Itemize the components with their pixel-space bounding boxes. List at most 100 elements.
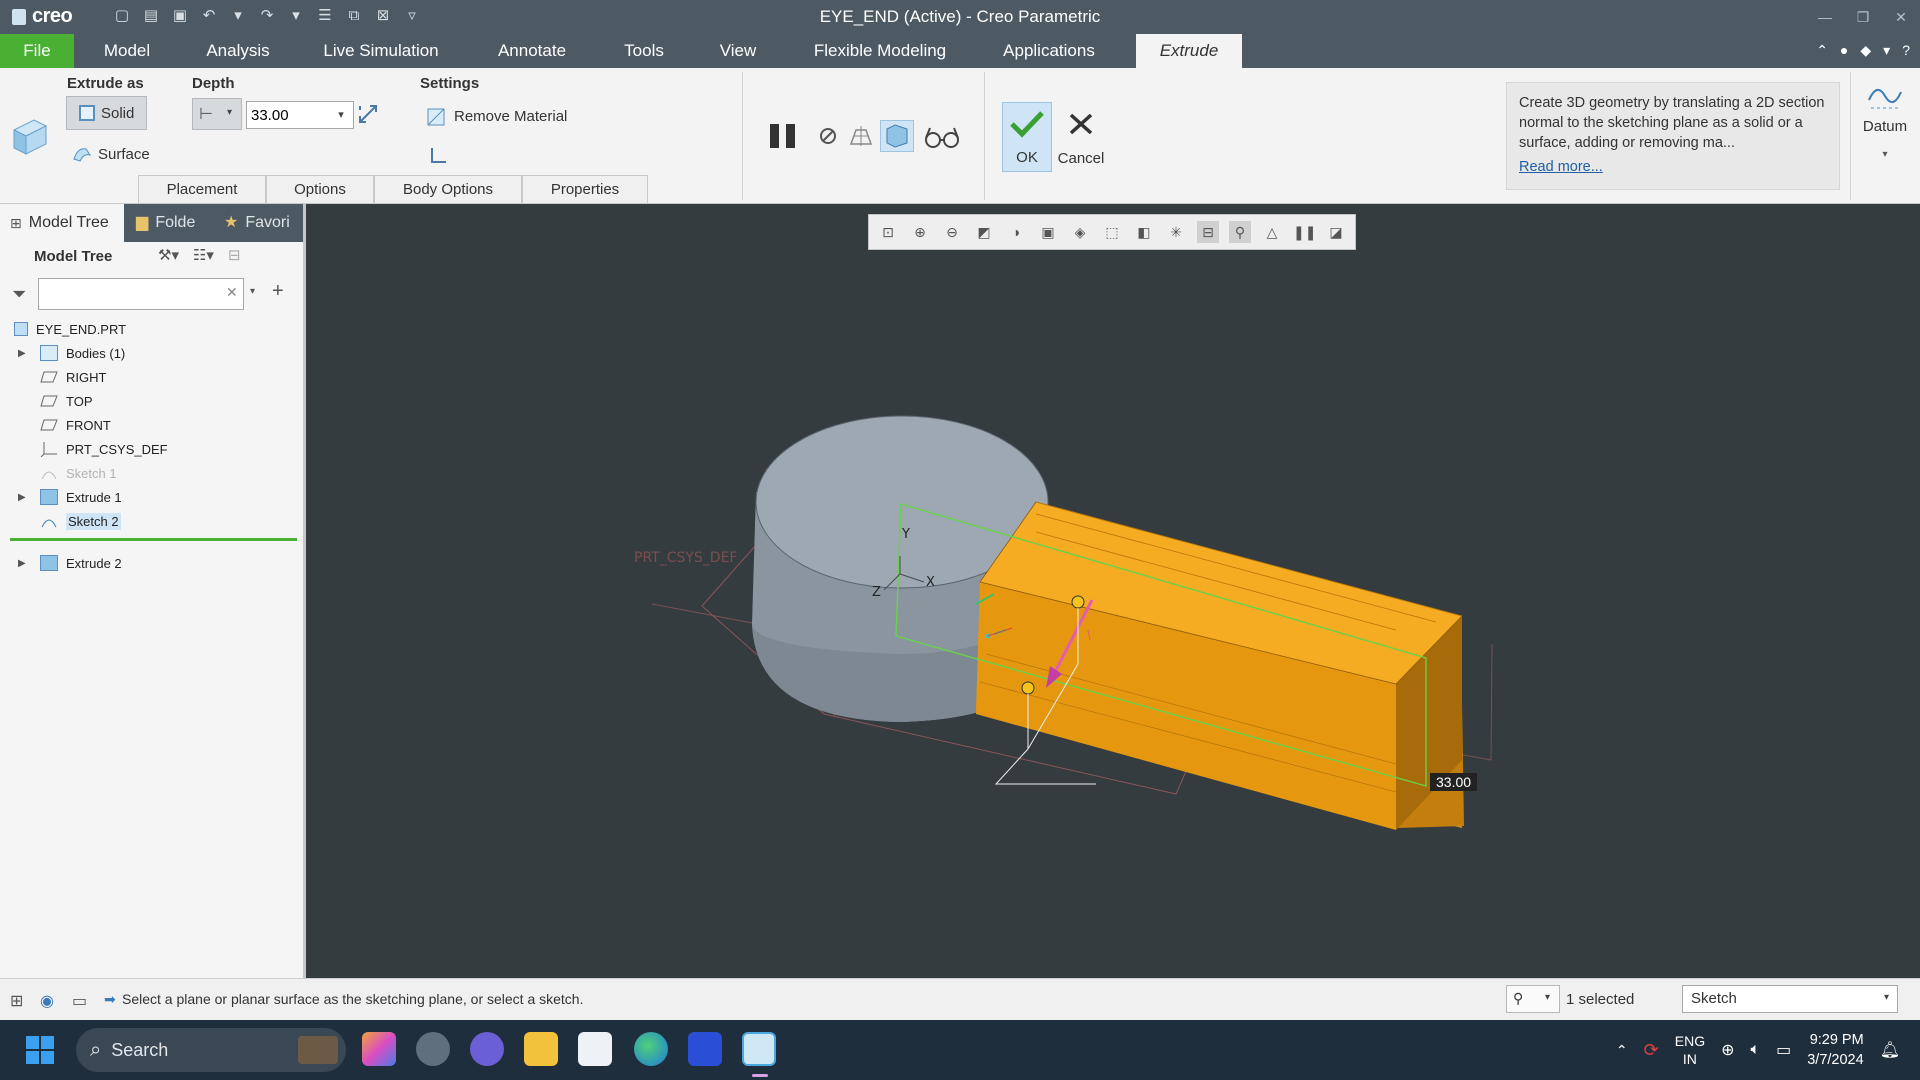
depth-value-dropdown-icon[interactable]: ▾ (330, 102, 352, 128)
clock[interactable]: 9:29 PM 3/7/2024 (1807, 1030, 1863, 1070)
ok-button[interactable]: OK (1002, 102, 1052, 172)
tree-item-sketch2[interactable]: Sketch 2 (0, 510, 121, 532)
dropdown-icon[interactable]: ▾ (1883, 42, 1890, 59)
tab-live-simulation[interactable]: Live Simulation (306, 34, 456, 68)
solid-button[interactable]: Solid (66, 96, 148, 130)
sync-status-icon[interactable]: ⟳ (1644, 1040, 1659, 1061)
tree-item-front-plane[interactable]: FRONT (0, 414, 111, 436)
network-icon[interactable]: ⊕ (1721, 1040, 1734, 1060)
expand-icon[interactable]: ▶ (18, 558, 32, 569)
tab-tools[interactable]: Tools (600, 34, 688, 68)
tab-properties[interactable]: Properties (522, 175, 648, 203)
full-screen-icon[interactable]: ▭ (72, 991, 87, 1011)
tab-options[interactable]: Options (266, 175, 374, 203)
tab-favorites[interactable]: ★ Favori (214, 204, 303, 242)
restore-icon[interactable]: ❐ (1844, 0, 1882, 34)
add-filter-icon[interactable]: + (272, 280, 284, 303)
tab-annotate[interactable]: Annotate (480, 34, 584, 68)
creo-taskbar-icon[interactable] (742, 1032, 776, 1066)
verify-preview-button[interactable] (880, 120, 914, 152)
tree-columns-icon[interactable]: ☷▾ (193, 246, 214, 264)
minimize-icon[interactable]: — (1806, 0, 1844, 34)
user-icon[interactable]: ● (1840, 42, 1848, 59)
attached-preview-icon[interactable] (848, 124, 874, 148)
model-tree-icon: ⊞ (10, 215, 22, 231)
cancel-button[interactable]: Cancel (1056, 102, 1106, 172)
tab-analysis[interactable]: Analysis (180, 34, 296, 68)
tab-extrude[interactable]: Extrude (1136, 34, 1242, 68)
datum-plane-icon (40, 369, 58, 385)
model-geometry[interactable]: PRT_CSYS_DEF Y Z X (306, 204, 1920, 978)
expand-icon[interactable]: ▶ (18, 348, 32, 359)
no-preview-icon[interactable] (818, 126, 838, 146)
clear-search-icon[interactable]: ✕ (226, 284, 238, 301)
teams-chat-icon[interactable] (470, 1032, 504, 1066)
taskbar-search[interactable]: ⌕ Search (76, 1028, 346, 1072)
depth-type-selector[interactable]: ⊢ ▾ (192, 98, 242, 130)
minimize-ribbon-icon[interactable]: ⌃ (1816, 42, 1828, 59)
tab-model[interactable]: Model (74, 34, 180, 68)
edge-browser-icon[interactable] (634, 1032, 668, 1066)
file-explorer-icon[interactable] (524, 1032, 558, 1066)
remove-material-button[interactable]: Remove Material (426, 104, 567, 128)
tree-item-sketch1[interactable]: Sketch 1 (0, 462, 117, 484)
extrude-ribbon: Extrude as Solid Surface Depth ⊢ ▾ ▾ Set… (0, 68, 1920, 204)
tab-model-tree[interactable]: ⊞ Model Tree (0, 204, 124, 242)
selection-filter-tool[interactable]: ⚲ ▾ (1506, 985, 1560, 1013)
windows-start-icon[interactable] (26, 1036, 54, 1064)
tab-file[interactable]: File (0, 34, 74, 68)
volume-icon[interactable]: 🔈︎ (1751, 1041, 1761, 1059)
read-more-link[interactable]: Read more... (1519, 157, 1827, 177)
thicken-sketch-icon[interactable] (428, 144, 450, 166)
depth-type-dropdown-icon: ▾ (227, 107, 233, 118)
insert-indicator[interactable] (10, 538, 297, 541)
surface-button[interactable]: Surface (72, 142, 150, 166)
search-highlight-icon (298, 1036, 338, 1064)
toggle-navigator-icon[interactable]: ⊞ (10, 991, 23, 1011)
depth-dimension-label[interactable]: 33.00 (1430, 773, 1478, 791)
tree-item-root[interactable]: EYE_END.PRT (0, 318, 126, 340)
message-arrow-icon: ➡ (104, 991, 116, 1007)
datum-dropdown-icon[interactable]: ▾ (1855, 149, 1915, 160)
remove-material-icon (427, 108, 445, 126)
pause-icon[interactable] (768, 122, 800, 150)
tree-filter-icon[interactable]: ⊟ (228, 246, 241, 264)
graduation-cap-icon[interactable]: ◆ (1860, 42, 1871, 59)
close-icon[interactable]: ✕ (1882, 0, 1920, 34)
system-tray: ⌃ ⟳ ENG IN ⊕ 🔈︎ ▭ 9:29 PM 3/7/2024 🔔︎ (1616, 1020, 1920, 1080)
tree-item-extrude1[interactable]: ▶ Extrude 1 (0, 486, 122, 508)
datum-button[interactable]: Datum ▾ (1855, 78, 1915, 160)
show-hidden-icons-icon[interactable]: ⌃ (1616, 1042, 1628, 1059)
window-title: EYE_END (Active) - Creo Parametric (819, 7, 1101, 26)
mathcad-app-icon[interactable] (688, 1032, 722, 1066)
tab-body-options[interactable]: Body Options (374, 175, 522, 203)
tab-view[interactable]: View (700, 34, 776, 68)
weather-app-icon[interactable] (416, 1032, 450, 1066)
expand-icon[interactable]: ▶ (18, 492, 32, 503)
notification-bell-icon[interactable]: 🔔︎ (1880, 1040, 1900, 1060)
search-options-dropdown-icon[interactable]: ▾ (250, 286, 255, 297)
selection-filter-select[interactable]: Sketch ▾ (1682, 985, 1898, 1013)
flip-direction-icon[interactable] (356, 102, 380, 126)
tab-folder-browser[interactable]: ▆ Folde (126, 204, 214, 242)
tree-search-input[interactable] (38, 278, 244, 310)
tab-placement[interactable]: Placement (138, 175, 266, 203)
microsoft-store-icon[interactable] (578, 1032, 612, 1066)
tree-item-csys[interactable]: PRT_CSYS_DEF (0, 438, 168, 460)
input-language[interactable]: ENG IN (1675, 1032, 1705, 1068)
tree-item-right-plane[interactable]: RIGHT (0, 366, 106, 388)
verify-glasses-icon[interactable] (924, 124, 960, 150)
tree-item-extrude2[interactable]: ▶ Extrude 2 (0, 552, 122, 574)
tree-settings-icon[interactable]: ⚒▾ (158, 246, 179, 264)
help-icon[interactable]: ? (1902, 42, 1910, 59)
browser-toggle-icon[interactable]: ◉ (40, 991, 54, 1011)
tab-flexible-modeling[interactable]: Flexible Modeling (800, 34, 960, 68)
status-bar: ⊞ ◉ ▭ ➡ Select a plane or planar surface… (0, 978, 1920, 1020)
graphics-window[interactable]: ⊡ ⊕ ⊖ ◩ ◑ ▣ ◈ ⬚ ◧ ✳ ⊟ ⚲ △ ❚❚ ◪ PRT_CSYS_… (306, 204, 1920, 978)
tab-applications[interactable]: Applications (990, 34, 1108, 68)
geometry-preview-icon (886, 124, 908, 148)
copilot-app-icon[interactable] (362, 1032, 396, 1066)
tree-item-bodies[interactable]: ▶ Bodies (1) (0, 342, 125, 364)
battery-icon[interactable]: ▭ (1776, 1040, 1791, 1060)
tree-item-top-plane[interactable]: TOP (0, 390, 93, 412)
